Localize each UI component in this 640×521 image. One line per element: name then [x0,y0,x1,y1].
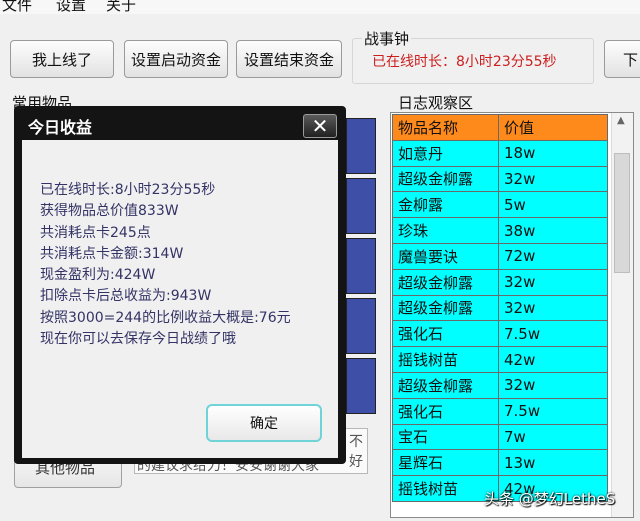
summary-line-cash-profit: 现金盈利为:424W [40,267,156,284]
item-slot[interactable] [346,298,376,354]
item-name-cell: 强化石 [392,397,499,425]
item-name-cell: 星辉石 [392,449,499,477]
item-slot[interactable] [346,118,376,174]
summary-line-net-earnings: 扣除点卡后总收益为:943W [40,288,212,305]
item-value-cell: 7.5w [498,397,608,425]
table-row[interactable]: 强化石 7.5w [392,397,608,425]
scroll-up-arrow-icon[interactable]: ▲ [617,115,625,126]
scrollbar-thumb[interactable] [614,153,630,273]
item-name-cell: 摇钱树苗 [392,475,499,502]
log-table: 物品名称 价值 如意丹 18w 超级金柳露 32w 金柳露 5w 珍珠 38w 魔兽要诀… [392,114,608,502]
item-name-cell: 如意丹 [392,139,499,167]
next-button[interactable]: 下 [604,40,640,78]
table-row[interactable]: 超级金柳露 32w [392,371,608,399]
summary-line-points-used: 共消耗点卡245点 [40,224,151,241]
item-value-cell: 32w [498,268,608,296]
item-value-cell: 7.5w [498,320,608,348]
table-row[interactable]: 魔兽要诀 72w [392,242,608,270]
log-title: 日志观察区 [398,94,474,112]
menu-file[interactable]: 文件 [2,0,32,15]
item-value-cell: 18w [498,139,608,167]
item-name-cell: 宝石 [392,423,499,451]
table-row[interactable]: 超级金柳露 32w [392,165,608,193]
item-value-cell: 32w [498,165,608,193]
summary-line-points-cost: 共消耗点卡金额:314W [40,245,184,262]
column-header-value[interactable]: 价值 [498,114,608,141]
notice-text-right-2: 好 [349,454,363,470]
column-header-item-name[interactable]: 物品名称 [392,114,499,141]
table-row[interactable]: 如意丹 18w [392,139,608,167]
online-button[interactable]: 我上线了 [10,40,114,78]
table-row[interactable]: 宝石 7w [392,423,608,451]
item-name-cell: 超级金柳露 [392,371,499,399]
notice-text-right-1: 不 [349,434,363,450]
item-name-cell: 强化石 [392,320,499,348]
dialog-body: 已在线时长:8小时23分55秒 获得物品总价值833W 共消耗点卡245点 共消… [22,140,338,458]
table-row[interactable]: 摇钱树苗 42w [392,346,608,373]
menu-bar: 文件 设置 关于 [0,0,640,14]
item-slot[interactable] [346,358,376,414]
item-name-cell: 超级金柳露 [392,268,499,296]
item-slot[interactable] [346,238,376,294]
table-row[interactable]: 超级金柳露 32w [392,294,608,322]
summary-line-save-hint: 现在你可以去保存今日战绩了哦 [40,331,236,348]
table-row[interactable]: 金柳露 5w [392,191,608,219]
earnings-summary: 已在线时长:8小时23分55秒 获得物品总价值833W 共消耗点卡245点 共消… [40,180,291,350]
item-value-cell: 7w [498,423,608,451]
confirm-button[interactable]: 确定 [206,404,322,442]
table-row[interactable]: 强化石 7.5w [392,320,608,348]
watermark: 头条 @梦幻LetheS [484,490,616,508]
item-name-cell: 超级金柳露 [392,165,499,193]
item-name-cell: 超级金柳露 [392,294,499,322]
table-row[interactable]: 珍珠 38w [392,217,608,244]
item-value-cell: 32w [498,371,608,399]
item-value-cell: 32w [498,294,608,322]
summary-line-rmb-estimate: 按照3000=244的比例收益大概是:76元 [40,309,291,326]
battle-clock-title: 战事钟 [362,28,412,49]
item-slot[interactable] [346,178,376,234]
table-row[interactable]: 星辉石 13w [392,449,608,477]
item-value-cell: 72w [498,242,608,270]
log-scrollbar[interactable]: ▲ [611,113,633,517]
item-name-cell: 珍珠 [392,217,499,244]
summary-line-items-value: 获得物品总价值833W [40,203,179,220]
item-value-cell: 5w [498,191,608,219]
dialog-title: 今日收益 [28,118,93,137]
log-header-row: 物品名称 价值 [392,114,608,141]
online-duration-text: 已在线时长：8小时23分55秒 [372,54,557,70]
table-row[interactable]: 超级金柳露 32w [392,268,608,296]
item-value-cell: 13w [498,449,608,477]
set-end-funds-button[interactable]: 设置结束资金 [236,40,342,78]
item-name-cell: 魔兽要诀 [392,242,499,270]
set-start-funds-button[interactable]: 设置启动资金 [124,40,228,78]
menu-settings[interactable]: 设置 [56,0,86,15]
summary-line-online-duration: 已在线时长:8小时23分55秒 [40,182,216,198]
close-icon[interactable]: ✕ [303,114,337,138]
menu-about[interactable]: 关于 [106,0,136,15]
daily-earnings-dialog: 今日收益 ✕ 已在线时长:8小时23分55秒 获得物品总价值833W 共消耗点卡… [14,106,346,464]
item-value-cell: 42w [498,346,608,373]
item-name-cell: 摇钱树苗 [392,346,499,373]
item-name-cell: 金柳露 [392,191,499,219]
item-value-cell: 38w [498,217,608,244]
log-table-frame: 物品名称 价值 如意丹 18w 超级金柳露 32w 金柳露 5w 珍珠 38w 魔兽要诀… [390,112,634,518]
